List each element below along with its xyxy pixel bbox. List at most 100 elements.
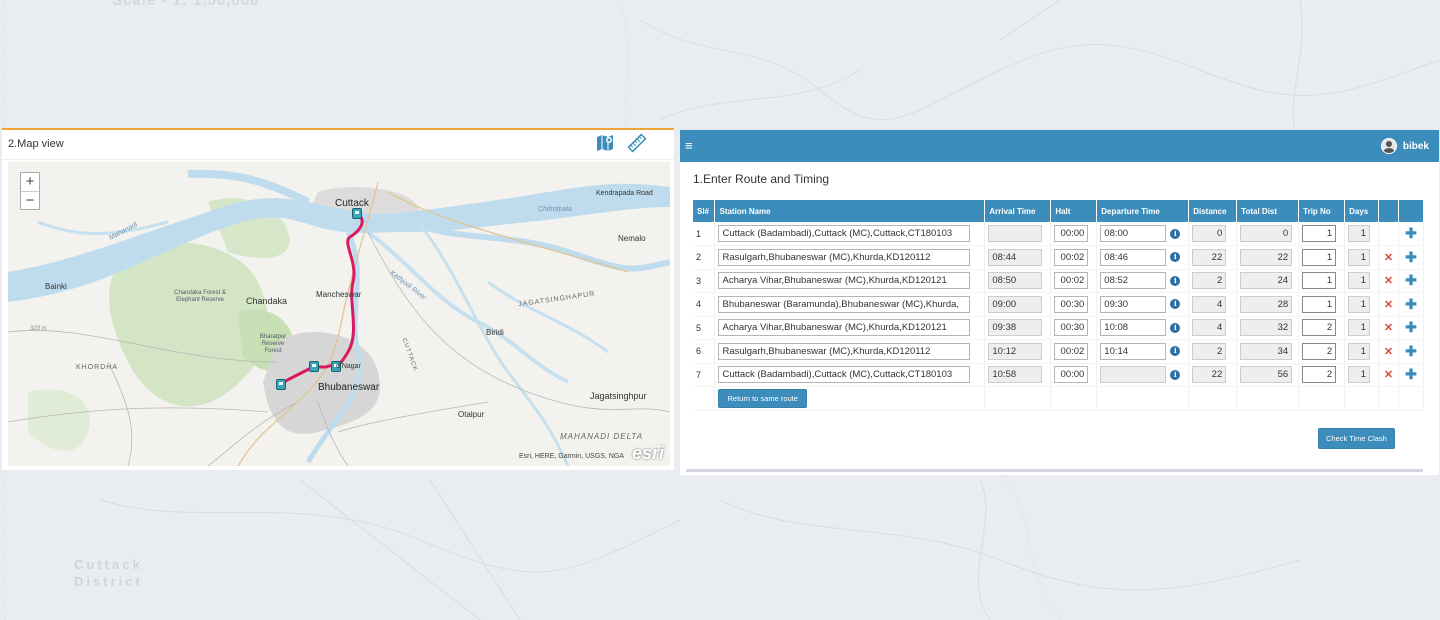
station-name-input[interactable]: Cuttack (Badambadi),Cuttack (MC),Cuttack… xyxy=(718,366,971,384)
station-name-input[interactable]: Acharya Vihar,Bhubaneswar (MC),Khurda,KD… xyxy=(718,272,971,290)
delete-row-icon[interactable]: ✕ xyxy=(1384,322,1393,334)
trip-no-input[interactable]: 1 xyxy=(1302,295,1337,313)
cell-trip-no: 1 xyxy=(1298,245,1346,270)
trip-no-input[interactable]: 2 xyxy=(1302,319,1337,337)
halt-input[interactable]: 00:02 xyxy=(1054,272,1089,290)
departure-time-input[interactable]: 10:08 xyxy=(1100,319,1167,337)
days-input: 1 xyxy=(1348,272,1371,290)
cell-add: ✚ xyxy=(1398,269,1424,293)
halt-input[interactable]: 00:30 xyxy=(1054,295,1089,313)
ruler-icon[interactable] xyxy=(626,132,648,154)
info-icon[interactable]: i xyxy=(1170,228,1181,239)
halt-input[interactable]: 00:02 xyxy=(1054,342,1089,360)
route-panel: ≡ bibek 1.Enter Route and Timing Sl# Stat… xyxy=(680,130,1439,475)
info-icon[interactable]: i xyxy=(1170,252,1181,263)
cell-departure: 08:46 i xyxy=(1096,245,1190,270)
check-time-clash-button[interactable]: Check Time Clash xyxy=(1318,428,1395,449)
station-name-input[interactable]: Bhubaneswar (Baramunda),Bhubaneswar (MC)… xyxy=(718,295,971,313)
station-marker-rasulgarh[interactable] xyxy=(309,361,319,372)
cell-sl: 4 xyxy=(693,292,716,317)
cell-empty xyxy=(1188,386,1238,411)
cell-station: Bhubaneswar (Baramunda),Bhubaneswar (MC)… xyxy=(714,292,986,317)
label-elevation: 323 m xyxy=(30,326,47,332)
departure-time-input[interactable]: 08:00 xyxy=(1100,225,1167,242)
add-row-icon[interactable]: ✚ xyxy=(1405,296,1417,312)
return-to-same-route-button[interactable]: Return to same route xyxy=(718,388,807,408)
cell-total-dist: 24 xyxy=(1236,269,1300,293)
cell-delete: ✕ xyxy=(1378,339,1399,364)
column-header-action-add xyxy=(1398,200,1424,222)
map-canvas[interactable]: Cuttack Bhubaneswar Chandaka Mancheswar … xyxy=(8,162,670,466)
distance-input: 2 xyxy=(1192,272,1227,290)
trip-no-input[interactable]: 1 xyxy=(1302,272,1337,290)
info-icon[interactable]: i xyxy=(1170,275,1181,286)
add-row-icon[interactable]: ✚ xyxy=(1405,366,1417,382)
halt-input[interactable]: 00:30 xyxy=(1054,319,1089,337)
cell-arrival: 10:12 xyxy=(984,339,1052,364)
cell-arrival: 08:50 xyxy=(984,269,1052,293)
table-row: 1 Cuttack (Badambadi),Cuttack (MC),Cuttac… xyxy=(693,222,1424,246)
station-name-input[interactable]: Rasulgarh,Bhubaneswar (MC),Khurda,KD1201… xyxy=(718,342,971,360)
departure-time-input[interactable]: 08:52 xyxy=(1100,272,1167,290)
cell-empty xyxy=(1378,386,1399,411)
halt-input[interactable]: 00:02 xyxy=(1054,248,1089,266)
delete-row-icon[interactable]: ✕ xyxy=(1384,275,1393,287)
station-name-input[interactable]: Rasulgarh,Bhubaneswar (MC),Khurda,KD1201… xyxy=(718,248,971,266)
departure-time-input[interactable] xyxy=(1100,366,1167,384)
info-icon[interactable]: i xyxy=(1170,322,1181,333)
station-name-input[interactable]: Acharya Vihar,Bhubaneswar (MC),Khurda,KD… xyxy=(718,319,971,337)
delete-row-icon[interactable]: ✕ xyxy=(1384,369,1393,381)
trip-no-input[interactable]: 1 xyxy=(1302,225,1337,242)
zoom-in-button[interactable]: + xyxy=(21,173,39,191)
halt-input[interactable]: 00:00 xyxy=(1054,366,1089,384)
info-icon[interactable]: i xyxy=(1170,299,1181,310)
cell-distance: 2 xyxy=(1188,269,1238,293)
departure-time-input[interactable]: 10:14 xyxy=(1100,342,1167,360)
departure-time-input[interactable]: 08:46 xyxy=(1100,248,1167,266)
station-marker-cuttack[interactable] xyxy=(352,208,362,219)
cell-halt: 00:30 xyxy=(1050,316,1098,340)
info-icon[interactable]: i xyxy=(1170,369,1181,380)
departure-time-input[interactable]: 09:30 xyxy=(1100,295,1167,313)
label-bharatpur-forest: Bharatpur Reserve Forest xyxy=(259,334,287,354)
cell-station: Cuttack (Badambadi),Cuttack (MC),Cuttack… xyxy=(714,222,986,246)
station-marker-baramunda[interactable] xyxy=(276,379,286,390)
cell-halt: 00:00 xyxy=(1050,363,1098,387)
cell-add: ✚ xyxy=(1398,316,1424,340)
cell-add: ✚ xyxy=(1398,339,1424,364)
delete-row-icon[interactable]: ✕ xyxy=(1384,346,1393,358)
arrival-time-input: 08:44 xyxy=(988,248,1043,266)
column-header-halt: Halt xyxy=(1050,200,1098,222)
cell-total-dist: 56 xyxy=(1236,363,1300,387)
delete-row-icon[interactable]: ✕ xyxy=(1384,299,1393,311)
cell-halt: 00:02 xyxy=(1050,245,1098,270)
info-icon[interactable]: i xyxy=(1170,346,1181,357)
zoom-out-button[interactable]: − xyxy=(21,191,39,209)
delete-row-icon[interactable]: ✕ xyxy=(1384,252,1393,264)
station-name-input[interactable]: Cuttack (Badambadi),Cuttack (MC),Cuttack… xyxy=(718,225,971,242)
halt-input[interactable]: 00:00 xyxy=(1054,225,1089,242)
column-header-departure-time: Departure Time xyxy=(1096,200,1190,222)
cell-days: 1 xyxy=(1344,316,1380,340)
cell-total-dist: 22 xyxy=(1236,245,1300,270)
add-row-icon[interactable]: ✚ xyxy=(1405,319,1417,335)
add-row-icon[interactable]: ✚ xyxy=(1405,225,1417,241)
trip-no-input[interactable]: 2 xyxy=(1302,342,1337,360)
add-row-icon[interactable]: ✚ xyxy=(1405,272,1417,288)
column-header-sl: Sl# xyxy=(693,200,716,222)
cell-departure: 09:30 i xyxy=(1096,292,1190,317)
add-row-icon[interactable]: ✚ xyxy=(1405,249,1417,265)
menu-icon[interactable]: ≡ xyxy=(685,139,693,153)
label-mahanadi-delta: MAHANADI DELTA xyxy=(560,432,644,441)
trip-no-input[interactable]: 2 xyxy=(1302,366,1337,384)
cell-station: Acharya Vihar,Bhubaneswar (MC),Khurda,KD… xyxy=(714,316,986,340)
cell-days: 1 xyxy=(1344,292,1380,317)
label-biridi: Biridi xyxy=(486,328,504,337)
label-chitrotpala: Chitrotpala xyxy=(538,206,572,213)
map-icon[interactable] xyxy=(594,132,616,154)
trip-no-input[interactable]: 1 xyxy=(1302,248,1337,266)
user-menu[interactable]: bibek xyxy=(1380,138,1429,154)
add-row-icon[interactable]: ✚ xyxy=(1405,343,1417,359)
cell-sl: 6 xyxy=(693,339,716,364)
days-input: 1 xyxy=(1348,319,1371,337)
